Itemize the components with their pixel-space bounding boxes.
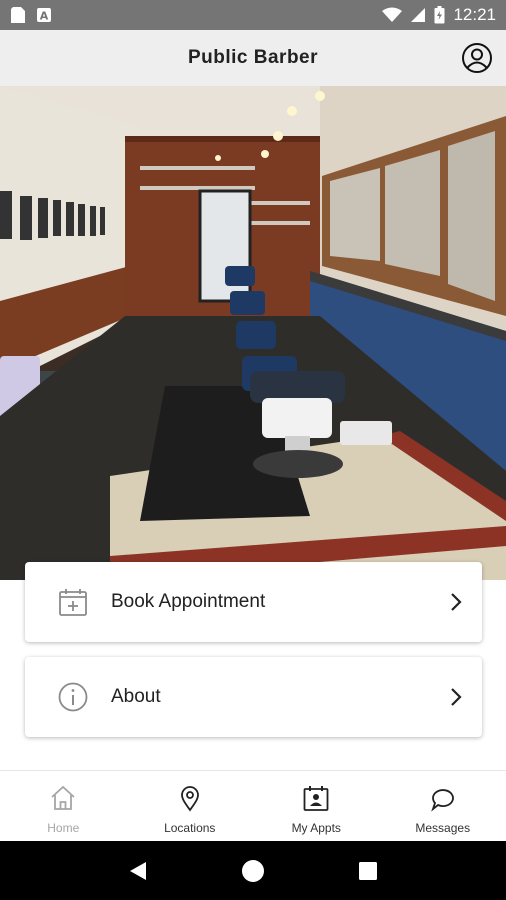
account-circle-icon[interactable] <box>461 42 493 74</box>
status-time: 12:21 <box>453 5 496 24</box>
system-nav-bar <box>0 841 506 900</box>
chevron-right-icon <box>451 688 462 706</box>
about-label: About <box>111 686 161 707</box>
nav-label-messages: Messages <box>415 821 471 835</box>
calendar-plus-icon <box>59 589 87 616</box>
nav-label-home: Home <box>47 821 80 835</box>
home-icon <box>51 785 75 810</box>
app-bar: Public Barber <box>0 30 506 86</box>
book-appointment-label: Book Appointment <box>111 591 266 612</box>
notification-a-icon: A <box>37 8 51 23</box>
page-title: Public Barber <box>187 47 319 68</box>
nav-label-locations: Locations <box>164 821 216 835</box>
chat-bubble-icon <box>430 789 454 812</box>
back-icon[interactable] <box>126 859 150 883</box>
hero-image[interactable] <box>0 86 506 580</box>
chevron-right-icon <box>451 593 462 611</box>
recents-icon[interactable] <box>356 859 380 883</box>
location-pin-icon <box>180 786 199 812</box>
battery-icon <box>434 6 445 24</box>
nav-item-messages[interactable]: Messages <box>380 771 506 841</box>
book-appointment-card[interactable]: Book Appointment <box>25 562 482 642</box>
nav-item-home[interactable]: Home <box>0 771 127 841</box>
nav-item-locations[interactable]: Locations <box>127 771 254 841</box>
calendar-person-icon <box>303 786 329 811</box>
status-bar: A 12:21 <box>0 0 506 30</box>
bottom-nav: Home Locations My Appts Messages <box>0 770 506 841</box>
sd-card-icon <box>11 7 25 23</box>
nav-item-my-appts[interactable]: My Appts <box>253 771 380 841</box>
svg-text:A: A <box>40 10 49 23</box>
about-card[interactable]: About <box>25 657 482 737</box>
barbershop-photo <box>0 86 506 580</box>
info-icon <box>58 682 88 712</box>
wifi-icon <box>382 7 403 22</box>
cellular-icon <box>411 8 426 22</box>
nav-label-my-appts: My Appts <box>291 821 341 835</box>
home-circle-icon[interactable] <box>241 859 265 883</box>
